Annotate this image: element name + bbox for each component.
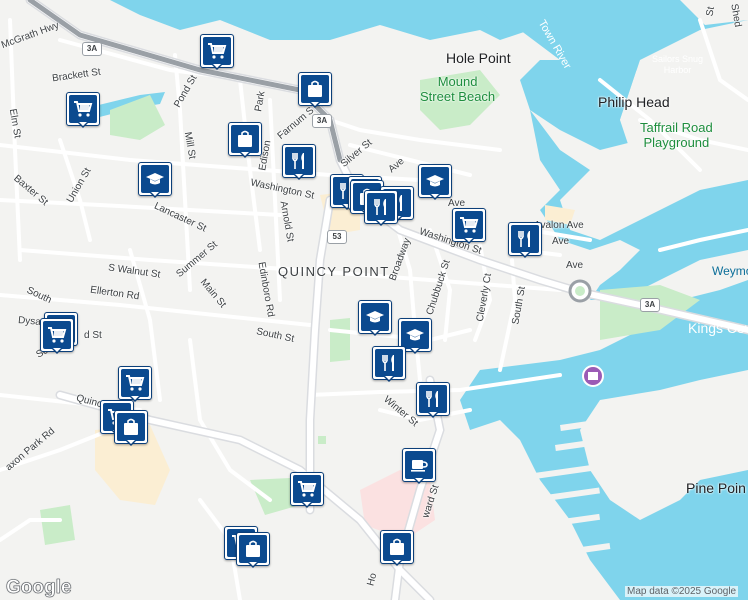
restaurant-icon xyxy=(285,147,313,175)
poi-marker-restaurant[interactable] xyxy=(416,382,450,418)
shopping-bag-icon xyxy=(117,413,145,441)
shopping-bag-icon xyxy=(231,125,259,153)
water-label-weymouth: Weymo xyxy=(712,264,748,278)
neighborhood-label-quincy-point: QUINCY POINT xyxy=(278,264,390,279)
cart-icon xyxy=(121,369,149,397)
poi-marker-restaurant[interactable] xyxy=(282,144,316,180)
water-label-sailors-snug-harbor: Sailors Snug Harbor xyxy=(652,54,704,75)
restaurant-icon xyxy=(511,225,539,253)
cart-icon xyxy=(43,321,71,349)
poi-marker-restaurant[interactable] xyxy=(372,346,406,382)
shopping-bag-icon xyxy=(383,533,411,561)
school-icon xyxy=(421,167,449,195)
map-attribution: Map data ©2025 Google xyxy=(625,586,739,597)
street-label-dysart: Dysa xyxy=(17,315,42,328)
park-label-taffrail-playground: Taffrail Road Playground xyxy=(640,120,713,150)
place-label-philip-head: Philip Head xyxy=(598,94,670,110)
cart-icon xyxy=(455,211,483,239)
shopping-bag-icon xyxy=(239,535,267,563)
place-label-kings-cove: Kings Cov xyxy=(688,320,748,336)
place-label-pine-point: Pine Poin xyxy=(686,480,746,496)
cart-icon xyxy=(69,95,97,123)
school-icon xyxy=(401,321,429,349)
poi-marker-coffee[interactable] xyxy=(402,448,436,484)
route-shield-3a: 3A xyxy=(640,298,660,312)
poi-marker-cart[interactable] xyxy=(290,472,324,508)
poi-marker-cart[interactable] xyxy=(66,92,100,128)
poi-marker-cart[interactable] xyxy=(452,208,486,244)
poi-marker-school[interactable] xyxy=(418,164,452,200)
poi-marker-shopping-bag[interactable] xyxy=(298,72,332,108)
street-label-ave-3: Ave xyxy=(566,260,584,271)
restaurant-icon xyxy=(375,349,403,377)
school-icon xyxy=(141,165,169,193)
route-shield-3a: 3A xyxy=(312,114,332,128)
street-label-d-st: d St xyxy=(84,330,102,341)
street-label-ave-2: Ave xyxy=(552,236,570,247)
route-shield-53: 53 xyxy=(327,230,347,244)
restaurant-icon xyxy=(367,193,395,221)
shopping-bag-icon xyxy=(301,75,329,103)
poi-marker-school[interactable] xyxy=(138,162,172,198)
poi-marker-cart[interactable] xyxy=(40,318,74,354)
poi-marker-cart[interactable] xyxy=(118,366,152,402)
google-logo: Google xyxy=(6,577,72,599)
street-label-st-top: St xyxy=(704,5,717,18)
poi-marker-shopping-bag[interactable] xyxy=(236,532,270,568)
coffee-icon xyxy=(405,451,433,479)
route-shield-3a: 3A xyxy=(82,42,102,56)
poi-marker-school[interactable] xyxy=(358,300,392,336)
poi-marker-shopping-bag[interactable] xyxy=(380,530,414,566)
poi-marker-cart[interactable] xyxy=(200,34,234,70)
school-icon xyxy=(361,303,389,331)
poi-marker-shopping-bag[interactable] xyxy=(228,122,262,158)
poi-marker-restaurant[interactable] xyxy=(508,222,542,258)
poi-marker-shopping-bag[interactable] xyxy=(114,410,148,446)
cart-icon xyxy=(203,37,231,65)
map-canvas[interactable]: Hole Point Philip Head Kings Cov Pine Po… xyxy=(0,0,748,600)
restaurant-icon xyxy=(419,385,447,413)
park-label-mound-street-beach: Mound Street Beach xyxy=(420,74,496,104)
place-label-hole-point: Hole Point xyxy=(446,50,511,66)
cart-icon xyxy=(293,475,321,503)
poi-marker-restaurant[interactable] xyxy=(364,190,398,226)
